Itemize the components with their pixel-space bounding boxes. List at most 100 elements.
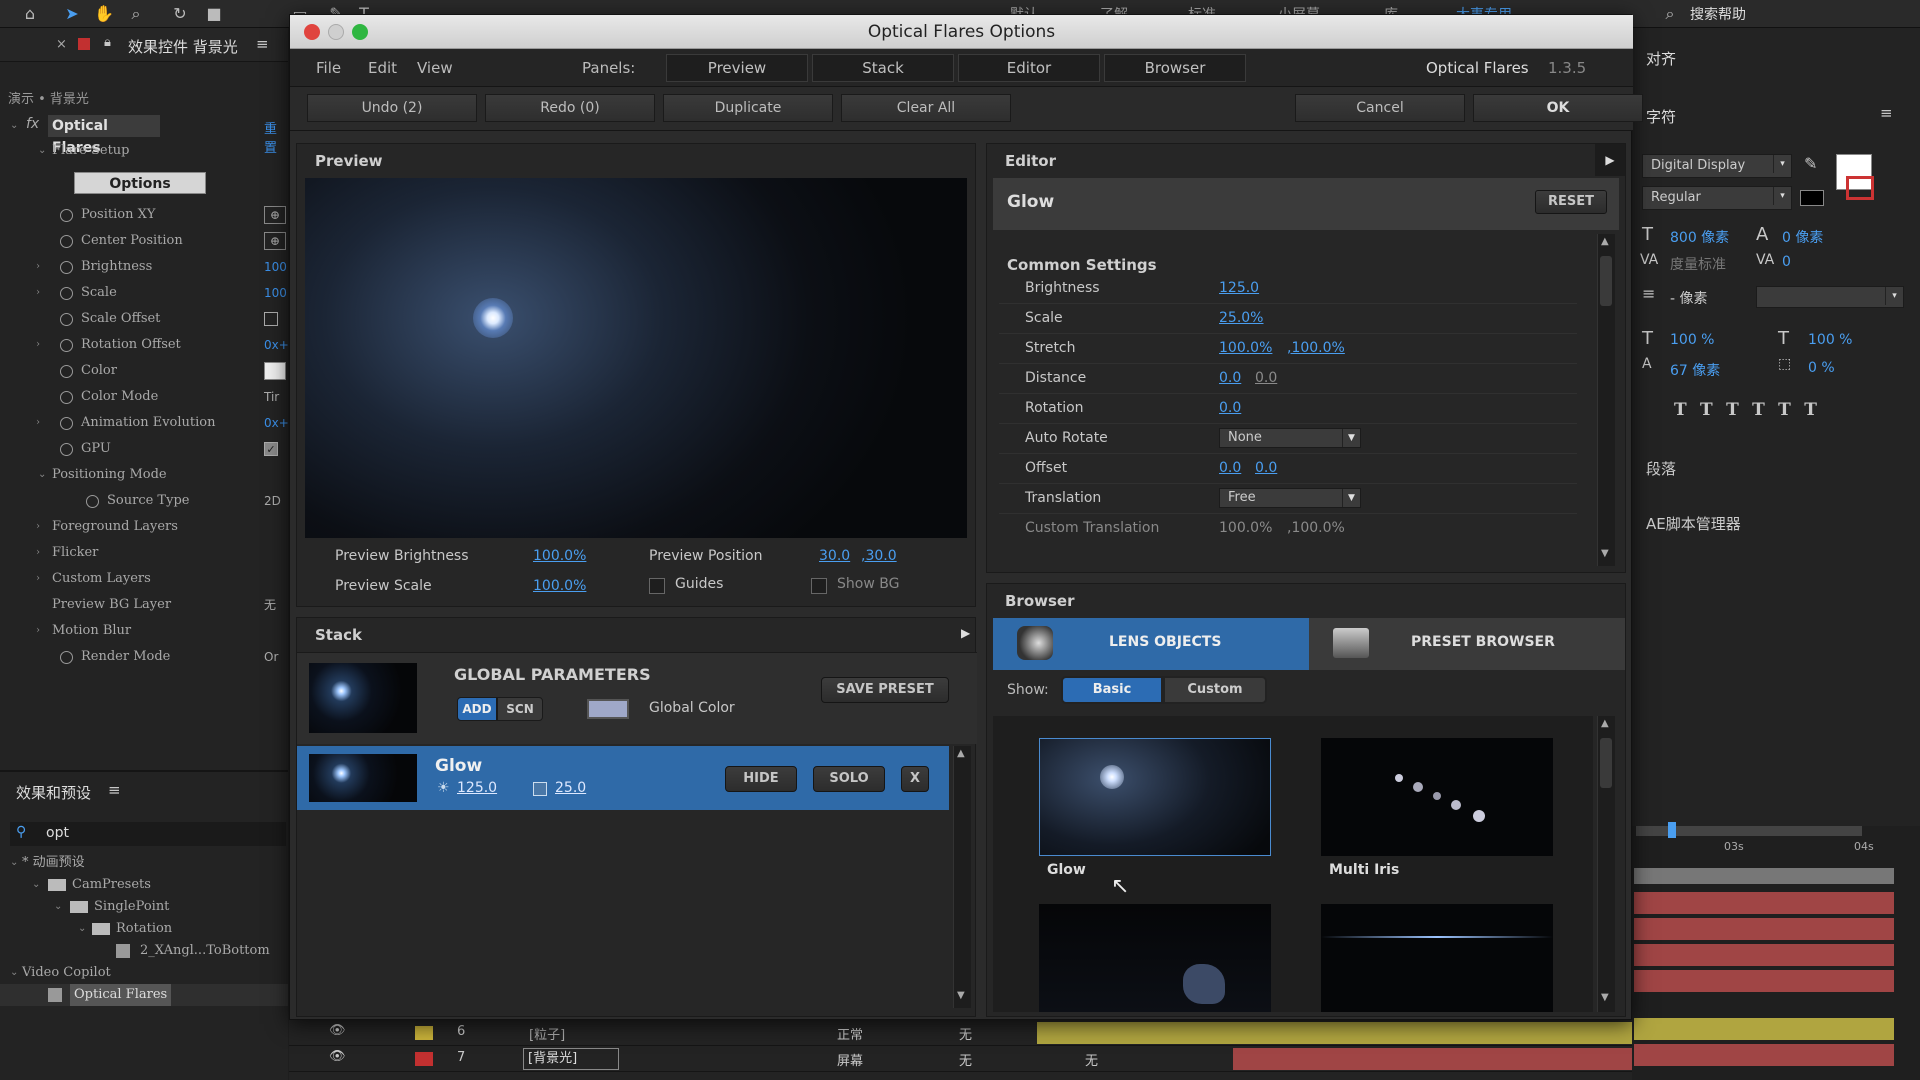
eye-icon[interactable]: 👁︎ <box>329 1023 346 1038</box>
no-color-swatch[interactable] <box>1800 190 1824 206</box>
stopwatch-icon[interactable] <box>60 261 73 274</box>
fx-icon[interactable]: fx <box>26 116 39 132</box>
group-row[interactable]: › Custom Layers <box>0 566 288 592</box>
layer-bar[interactable] <box>1634 1018 1894 1040</box>
panel-title[interactable]: 效果控件 背景光 <box>128 36 238 57</box>
preview-canvas[interactable] <box>305 178 967 538</box>
param-row[interactable]: › Rotation Offset 0x+ <box>0 332 288 358</box>
font-style-select[interactable]: Regular ▾ <box>1642 186 1792 210</box>
param-row[interactable]: ›Brightness100. <box>0 254 288 280</box>
solo-button[interactable]: SOLO <box>813 766 885 792</box>
group-row[interactable]: › Flicker <box>0 540 288 566</box>
row-value[interactable]: 0.0 <box>1219 400 1241 416</box>
global-color-swatch[interactable] <box>587 699 629 719</box>
stroke-color-swatch[interactable] <box>1846 176 1874 200</box>
stopwatch-icon[interactable] <box>60 365 73 378</box>
tree-item[interactable]: ⌄ CamPresets <box>0 874 288 896</box>
menu-icon[interactable]: ≡ <box>256 35 269 53</box>
show-bg-checkbox[interactable] <box>811 578 827 594</box>
tab-editor[interactable]: Editor <box>958 54 1100 82</box>
param-value[interactable]: Or <box>264 644 288 670</box>
eyedropper-icon[interactable]: ✎ <box>1804 154 1817 173</box>
tree-item[interactable]: ⌄ Rotation <box>0 918 288 940</box>
search-help[interactable]: 搜索帮助 <box>1690 4 1746 24</box>
layer-bar[interactable] <box>1634 944 1894 966</box>
menu-icon[interactable]: ≡ <box>1880 104 1893 122</box>
hand-tool-icon[interactable]: ✋ <box>94 4 114 24</box>
script-manager-title[interactable]: AE脚本管理器 <box>1646 513 1741 534</box>
param-row[interactable]: Center Position ⊕ <box>0 228 288 254</box>
selection-tool-icon[interactable]: ➤ <box>62 4 82 24</box>
basic-toggle[interactable]: Basic <box>1061 676 1163 704</box>
tree-item[interactable]: 2_XAngl...ToBottom <box>0 940 288 962</box>
layer-name[interactable]: [背景光] <box>523 1048 619 1070</box>
param-value[interactable]: 100. <box>264 280 288 306</box>
preview-brightness-value[interactable]: 100.0% <box>533 548 586 564</box>
stack-item-glow[interactable]: Glow ☀ 125.0 25.0 HIDE SOLO X <box>297 746 949 810</box>
lens-item-glow[interactable] <box>1039 738 1271 856</box>
timeline-row[interactable]: 👁︎ 7 [背景光] 屏幕 无 无 <box>289 1046 1632 1072</box>
hide-button[interactable]: HIDE <box>725 766 797 792</box>
editor-row-scale[interactable]: Scale 25.0% <box>999 304 1577 334</box>
browser-scrollbar[interactable]: ▲ ▼ <box>1597 716 1615 1012</box>
blend-mode[interactable]: 屏幕 <box>837 1050 863 1069</box>
row-value[interactable]: 125.0 <box>1219 280 1259 296</box>
stopwatch-icon[interactable] <box>60 235 73 248</box>
ok-button[interactable]: OK <box>1473 94 1643 122</box>
tree-item-selected[interactable]: Optical Flares <box>0 984 288 1006</box>
editor-row-distance[interactable]: Distance 0.0 0.0 <box>999 364 1577 394</box>
effects-presets-title[interactable]: 效果和预设 <box>16 782 91 803</box>
crosshair-icon[interactable]: ⊕ <box>264 232 286 250</box>
editor-row-offset[interactable]: Offset 0.0 0.0 <box>999 454 1577 484</box>
tab-lens-objects[interactable]: LENS OBJECTS <box>993 618 1309 670</box>
horizontal-scale-value[interactable]: 100 % <box>1808 332 1852 348</box>
character-title[interactable]: 字符 <box>1646 106 1676 127</box>
parent[interactable]: 无 <box>1085 1050 1098 1069</box>
tree-item[interactable]: ⌄ Video Copilot <box>0 962 288 984</box>
layer-bar[interactable] <box>1634 918 1894 940</box>
kerning-value[interactable]: 度量标准 <box>1670 254 1726 274</box>
stack-item-scale[interactable]: 25.0 <box>555 780 586 796</box>
options-button[interactable]: Options <box>74 172 206 194</box>
panel-menu-arrow-icon[interactable]: ▶ <box>1595 144 1625 176</box>
flare-setup-row[interactable]: ⌄ Flare Setup <box>0 138 288 164</box>
tab-browser[interactable]: Browser <box>1104 54 1246 82</box>
param-row[interactable]: › Animation Evolution 0x+ <box>0 410 288 436</box>
editor-row-auto-rotate[interactable]: Auto Rotate None ▼ <box>999 424 1577 454</box>
stopwatch-icon[interactable] <box>86 495 99 508</box>
vertical-scale-value[interactable]: 100 % <box>1670 332 1714 348</box>
layer-bar[interactable] <box>1634 970 1894 992</box>
add-button[interactable]: ADD <box>457 697 497 721</box>
lens-item-multi-iris[interactable] <box>1321 738 1553 856</box>
tree-item[interactable]: ⌄ SinglePoint <box>0 896 288 918</box>
lock-icon[interactable]: 🔒︎ <box>104 35 111 50</box>
redo-button[interactable]: Redo (0) <box>485 94 655 122</box>
source-type-row[interactable]: Source Type 2D <box>0 488 288 514</box>
group-row[interactable]: › Motion Blur <box>0 618 288 644</box>
auto-rotate-select[interactable]: None ▼ <box>1219 428 1361 448</box>
row-value-2[interactable]: ,100.0% <box>1287 340 1345 356</box>
stopwatch-icon[interactable] <box>60 339 73 352</box>
render-mode-row[interactable]: Render Mode Or <box>0 644 288 670</box>
stroke-width-value[interactable]: - 像素 <box>1670 288 1708 308</box>
param-value[interactable]: 100. <box>264 254 288 280</box>
row-value[interactable]: 0.0 <box>1219 370 1241 386</box>
tab-stack[interactable]: Stack <box>812 54 954 82</box>
preview-position-x[interactable]: 30.0 <box>819 548 850 564</box>
param-value[interactable]: 0x+ <box>264 332 288 358</box>
timeline-row[interactable]: 👁︎ 6 [粒子] 正常 无 无 <box>289 1020 1632 1046</box>
menu-file[interactable]: File <box>316 59 341 77</box>
stopwatch-icon[interactable] <box>60 313 73 326</box>
layer-bar[interactable] <box>1634 1044 1894 1066</box>
editor-row-stretch[interactable]: Stretch 100.0% ,100.0% <box>999 334 1577 364</box>
track-matte[interactable]: 无 <box>959 1024 972 1043</box>
lens-item-3[interactable] <box>1039 904 1271 1012</box>
stack-item-brightness[interactable]: 125.0 <box>457 780 497 796</box>
translation-select[interactable]: Free ▼ <box>1219 488 1361 508</box>
preview-scale-value[interactable]: 100.0% <box>533 578 586 594</box>
zoom-tool-icon[interactable]: ⌕ <box>126 4 146 24</box>
save-preset-button[interactable]: SAVE PRESET <box>821 677 949 703</box>
stopwatch-icon[interactable] <box>60 287 73 300</box>
param-row[interactable]: Color <box>0 358 288 384</box>
param-value[interactable]: Tir <box>264 384 288 410</box>
